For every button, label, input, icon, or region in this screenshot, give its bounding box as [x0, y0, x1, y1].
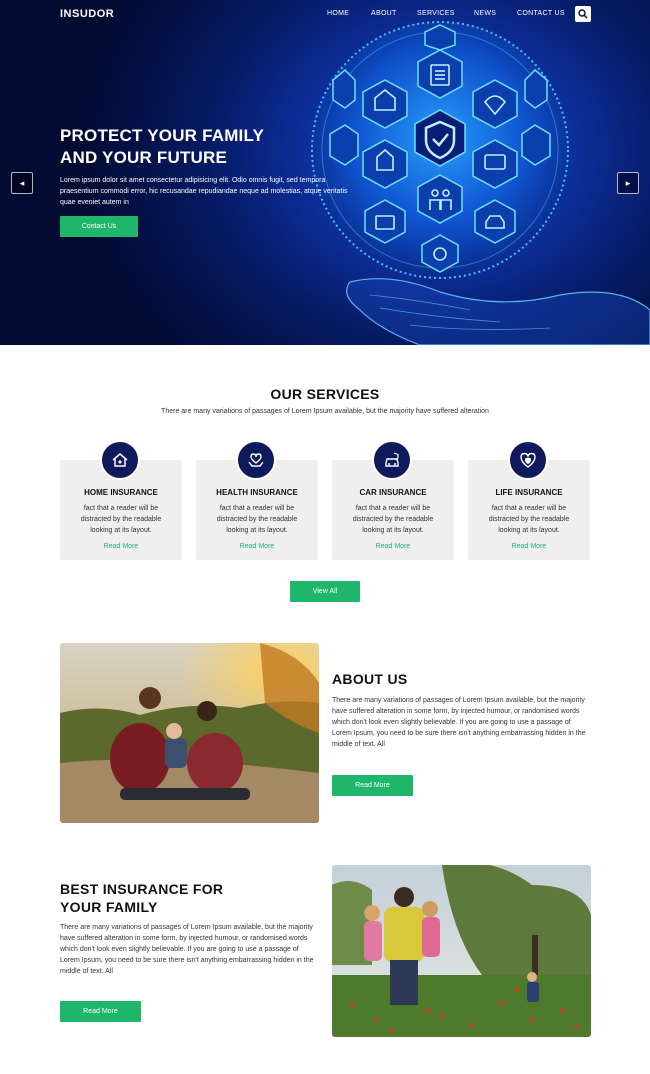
- hero-title-line-1: PROTECT YOUR FAMILY: [60, 126, 265, 145]
- best-title-line-1: BEST INSURANCE FOR: [60, 881, 224, 897]
- service-card-title: HEALTH INSURANCE: [216, 488, 298, 497]
- health-hands-icon: [236, 440, 276, 480]
- slider-next-button[interactable]: ▸: [617, 172, 639, 194]
- read-more-link[interactable]: Read More: [332, 543, 454, 550]
- services-subtitle: There are many variations of passages of…: [161, 408, 489, 415]
- about-read-more-button[interactable]: Read More: [332, 775, 413, 796]
- contact-us-button[interactable]: Contact Us: [60, 216, 138, 237]
- search-button[interactable]: [575, 6, 591, 22]
- hero-title-line-2: AND YOUR FUTURE: [60, 148, 228, 167]
- house-icon: [100, 440, 140, 480]
- read-more-link[interactable]: Read More: [60, 543, 182, 550]
- read-more-link[interactable]: Read More: [196, 543, 318, 550]
- service-card-title: HOME INSURANCE: [84, 488, 158, 497]
- site-logo[interactable]: INSUDOR: [60, 8, 114, 20]
- about-text: There are many variations of passages of…: [332, 697, 586, 748]
- service-card-text: fact that a reader will be distracted by…: [216, 505, 298, 534]
- family-photo: [60, 643, 319, 823]
- best-insurance-title: BEST INSURANCE FOR YOUR FAMILY: [60, 880, 290, 916]
- best-insurance-text: There are many variations of passages of…: [60, 924, 314, 975]
- read-more-link[interactable]: Read More: [468, 543, 590, 550]
- car-shield-icon: [372, 440, 412, 480]
- about-title: ABOUT US: [332, 671, 408, 687]
- slider-prev-button[interactable]: ◂: [11, 172, 33, 194]
- best-title-line-2: YOUR FAMILY: [60, 899, 158, 915]
- top-navigation: INSUDOR HOME ABOUT SERVICES NEWS CONTACT…: [0, 0, 650, 30]
- nav-about[interactable]: ABOUT: [371, 10, 397, 20]
- nav-home[interactable]: HOME: [327, 10, 349, 20]
- services-title: OUR SERVICES: [270, 386, 380, 402]
- arrow-right-icon: ▸: [625, 178, 631, 188]
- view-all-button[interactable]: View All: [290, 581, 360, 602]
- service-card-text: fact that a reader will be distracted by…: [488, 505, 570, 534]
- hero-description: Lorem ipsum dolor sit amet consectetur a…: [60, 177, 348, 206]
- hero-banner: INSUDOR HOME ABOUT SERVICES NEWS CONTACT…: [0, 0, 650, 345]
- heart-shield-icon: [508, 440, 548, 480]
- arrow-left-icon: ◂: [19, 178, 25, 188]
- best-read-more-button[interactable]: Read More: [60, 1001, 141, 1022]
- father-children-photo: [332, 865, 591, 1037]
- service-card-text: fact that a reader will be distracted by…: [80, 505, 162, 534]
- nav-news[interactable]: NEWS: [474, 10, 496, 20]
- service-card-title: CAR INSURANCE: [359, 488, 427, 497]
- nav-contact-us[interactable]: CONTACT US: [517, 10, 565, 20]
- search-icon: [578, 9, 588, 19]
- nav-services[interactable]: SERVICES: [417, 10, 455, 20]
- insurance-globe-illustration: [311, 21, 650, 345]
- service-card-title: LIFE INSURANCE: [495, 488, 563, 497]
- service-card-text: fact that a reader will be distracted by…: [352, 505, 434, 534]
- hero-title: PROTECT YOUR FAMILY AND YOUR FUTURE: [60, 125, 320, 169]
